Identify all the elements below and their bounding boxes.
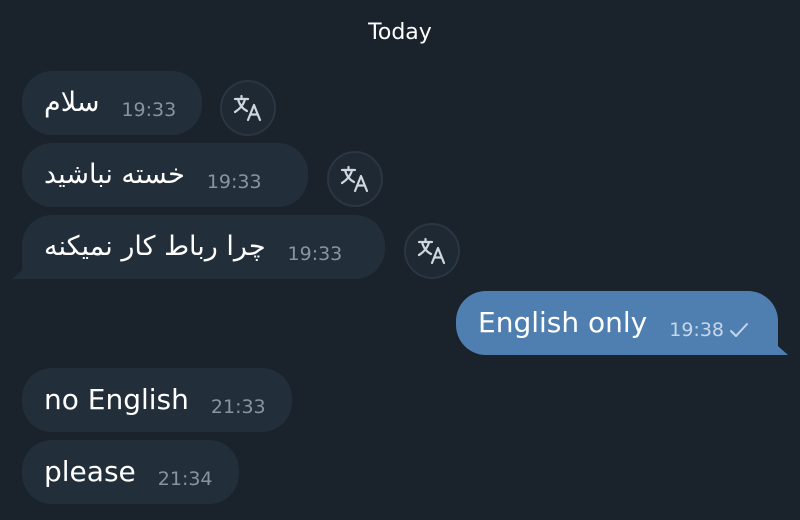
message-text: please — [44, 455, 136, 488]
message-bubble-incoming[interactable]: چرا رباط کار نمیکنه 19:33 — [12, 215, 385, 279]
message-text: English only — [478, 306, 648, 339]
single-check-icon — [730, 323, 748, 337]
message-text: خسته نباشید — [44, 159, 185, 190]
message-bubble-incoming[interactable]: no English 21:33 — [22, 368, 292, 432]
message-text: no English — [44, 383, 189, 416]
translate-button[interactable] — [404, 223, 460, 279]
message-time: 19:33 — [206, 171, 262, 193]
translate-button[interactable] — [327, 151, 383, 207]
translate-button[interactable] — [220, 80, 276, 136]
message-bubble-incoming[interactable]: please 21:34 — [22, 440, 239, 504]
message-text: سلام — [44, 87, 100, 118]
message-time: 19:33 — [121, 99, 177, 121]
message-bubble-incoming[interactable]: سلام 19:33 — [22, 71, 202, 135]
date-header: Today — [368, 20, 432, 45]
message-text: چرا رباط کار نمیکنه — [44, 231, 266, 262]
translate-icon — [417, 237, 446, 265]
message-time: 21:33 — [210, 396, 266, 418]
translate-icon — [233, 94, 262, 122]
message-time: 21:34 — [157, 468, 213, 490]
message-bubble-incoming[interactable]: خسته نباشید 19:33 — [22, 143, 308, 207]
message-time: 19:33 — [287, 243, 343, 265]
translate-icon — [340, 165, 369, 193]
message-bubble-outgoing[interactable]: English only 19:38 — [456, 291, 788, 355]
message-time: 19:38 — [669, 319, 724, 341]
